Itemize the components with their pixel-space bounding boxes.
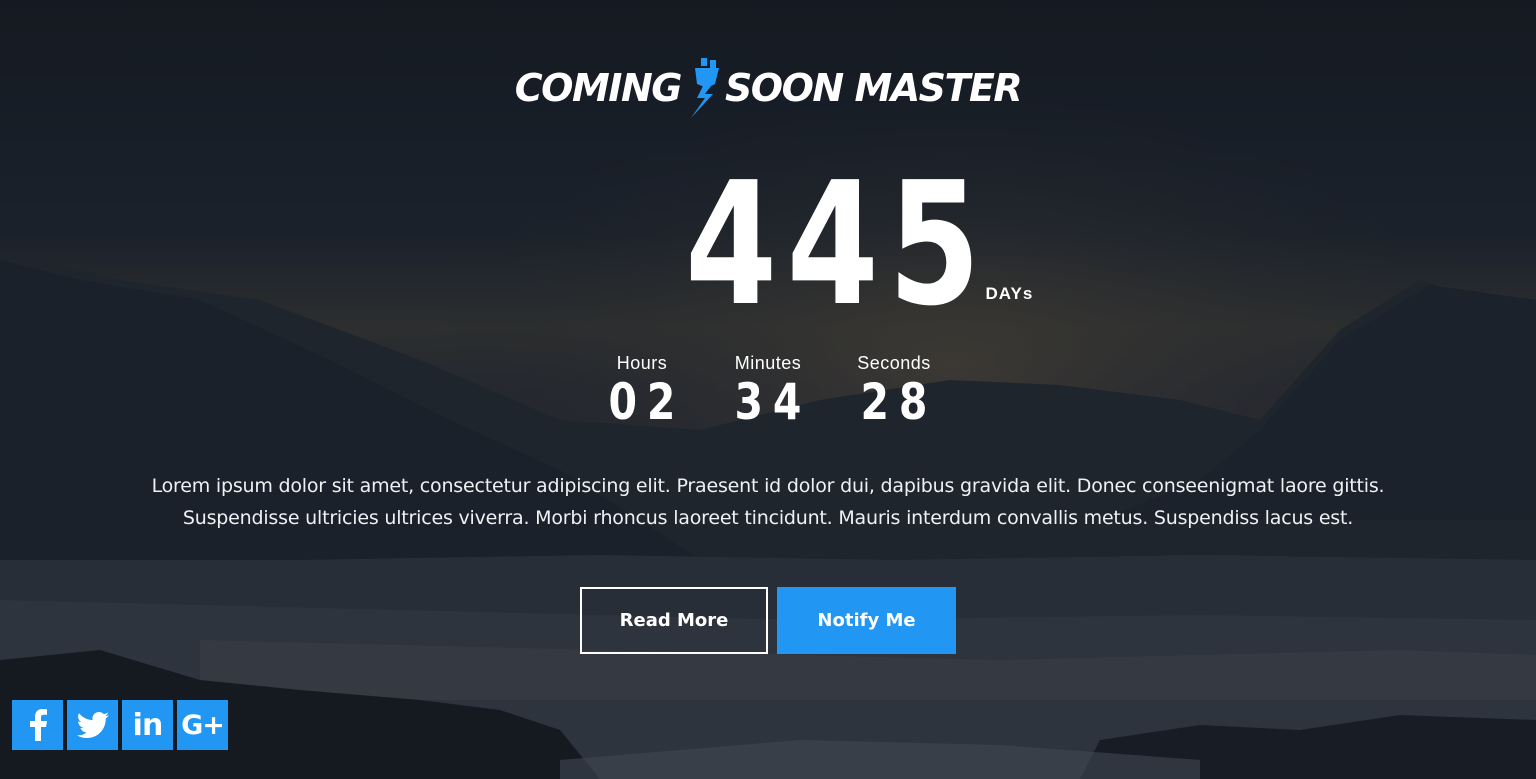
minutes-value: 34 [734, 373, 812, 431]
notify-me-button[interactable]: Notify Me [777, 587, 956, 654]
description-text: Lorem ipsum dolor sit amet, consectetur … [151, 475, 1385, 529]
seconds-label: Seconds [857, 353, 931, 373]
minutes-unit: Minutes 34 [705, 352, 831, 430]
days-value: 445 [684, 146, 990, 344]
seconds-unit: Seconds 28 [831, 352, 957, 430]
read-more-button[interactable]: Read More [580, 587, 768, 654]
hours-label: Hours [616, 353, 668, 373]
days-counter: 445 DAYs [0, 160, 1536, 330]
twitter-icon[interactable] [67, 700, 118, 750]
action-buttons: Read More Notify Me [0, 587, 1536, 654]
time-counter: Hours 02 Minutes 34 Seconds 28 [0, 352, 1536, 430]
google-plus-glyph: G+ [181, 709, 225, 741]
hours-value: 02 [608, 373, 686, 431]
hours-unit: Hours 02 [579, 352, 705, 430]
logo-text-left: COMING [514, 66, 683, 110]
google-plus-icon[interactable]: G+ [177, 700, 228, 750]
plug-lightning-icon [683, 58, 723, 118]
linkedin-icon[interactable]: in [122, 700, 173, 750]
facebook-icon[interactable] [12, 700, 63, 750]
linkedin-glyph: in [132, 707, 164, 743]
coming-soon-page: COMING SOON MASTER 445 DAYs Hours 02 Min… [0, 0, 1536, 779]
days-label: DAYs [985, 284, 1034, 303]
logo-text-right: SOON MASTER [724, 66, 1023, 110]
social-links: in G+ [12, 700, 228, 750]
logo: COMING SOON MASTER [0, 58, 1536, 118]
seconds-value: 28 [860, 373, 938, 431]
minutes-label: Minutes [734, 353, 802, 373]
